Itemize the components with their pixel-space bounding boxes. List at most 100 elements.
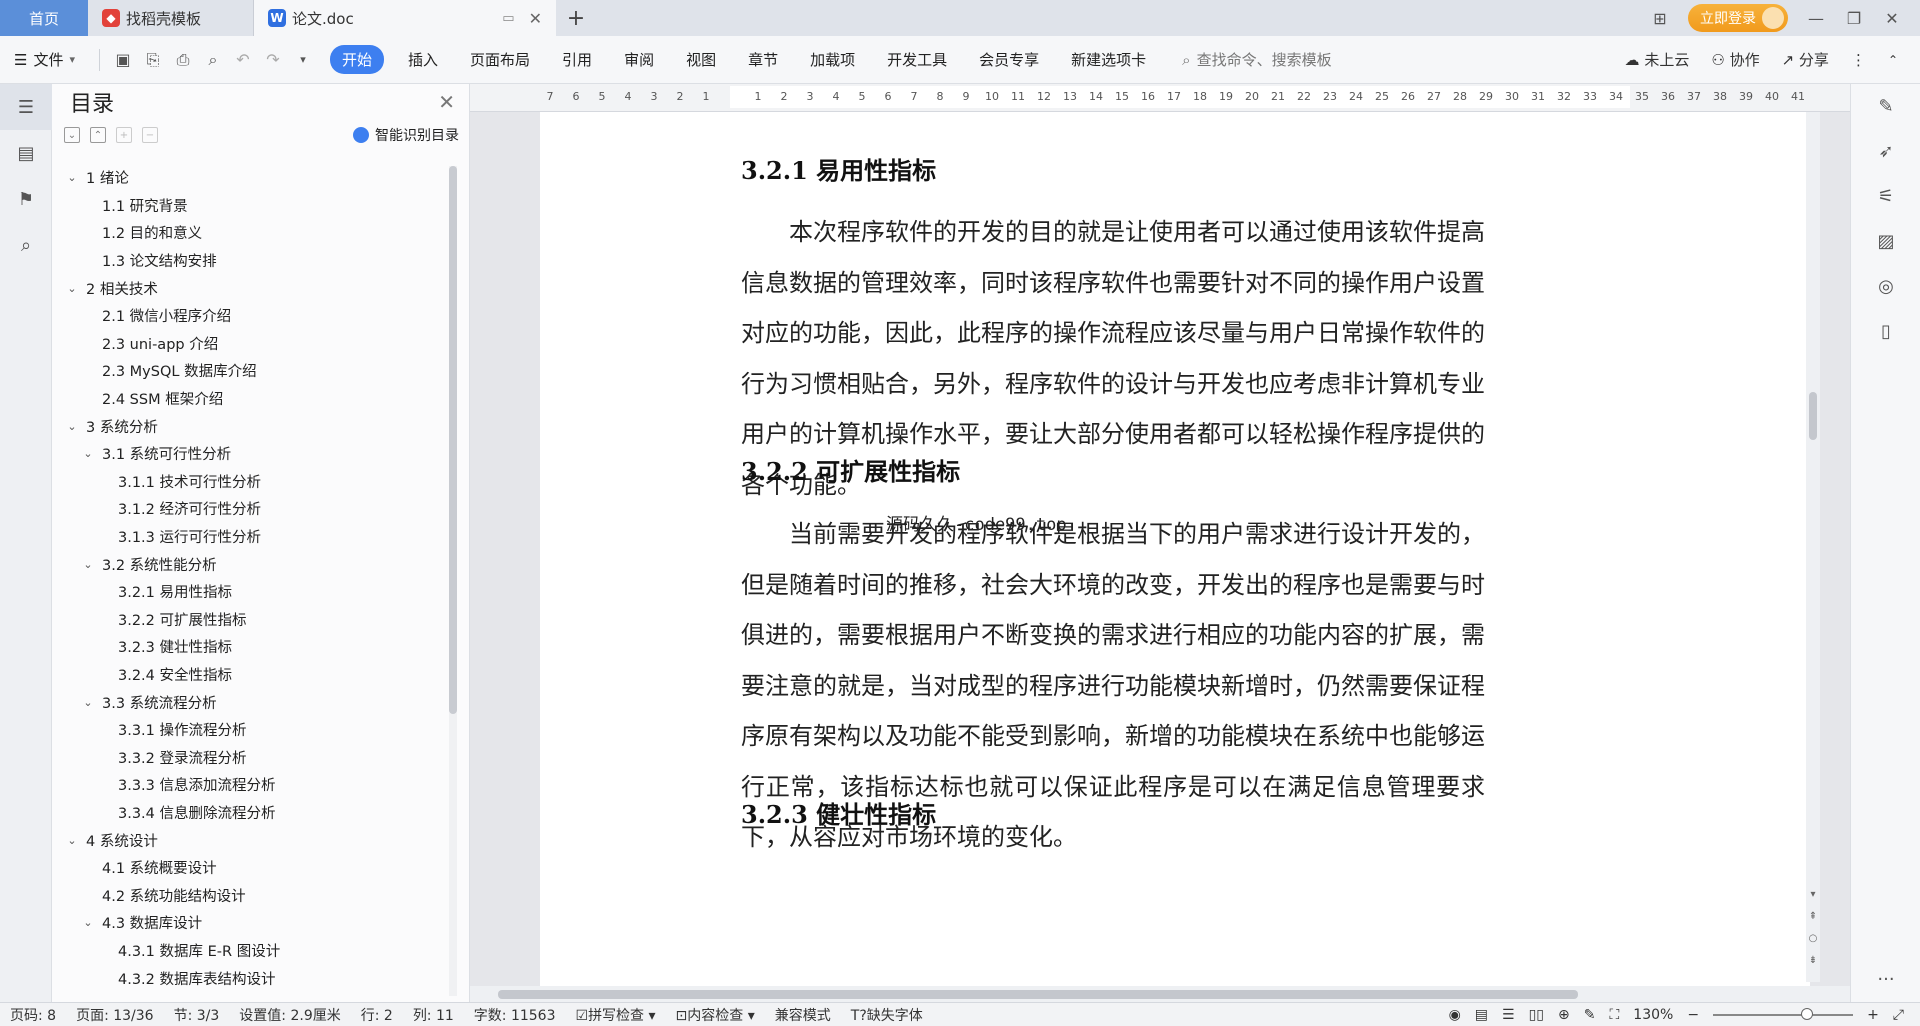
tab-home[interactable]: 首页 [0, 0, 88, 36]
zoom-in-icon[interactable]: + [1867, 1007, 1879, 1023]
menu-section[interactable]: 章节 [748, 49, 778, 70]
document-page[interactable]: 3.2.1 易用性指标 本次程序软件的开发的目的就是让使用者可以通过使用该软件提… [540, 112, 1810, 1002]
toc-item[interactable]: 1.1 研究背景 [52, 192, 448, 220]
command-search[interactable]: ⌕ 查找命令、搜索模板 [1182, 49, 1331, 70]
menu-review[interactable]: 审阅 [624, 49, 654, 70]
expand-all-icon[interactable]: ⌄ [64, 127, 80, 143]
redo-icon[interactable]: ↷ [258, 50, 288, 69]
menu-view[interactable]: 视图 [686, 49, 716, 70]
toc-item[interactable]: 3.1.1 技术可行性分析 [52, 468, 448, 496]
toc-item[interactable]: 3.1.3 运行可行性分析 [52, 523, 448, 551]
menu-page-layout[interactable]: 页面布局 [470, 49, 530, 70]
chevron-down-icon[interactable]: ⌄ [80, 558, 96, 571]
status-page[interactable]: 页面: 13/36 [76, 1005, 154, 1025]
close-icon[interactable]: ✕ [438, 90, 455, 114]
zoom-slider[interactable] [1713, 1007, 1854, 1020]
pin-tab-icon[interactable]: ▭ [502, 11, 514, 26]
status-words[interactable]: 字数: 11563 [474, 1005, 556, 1025]
menu-home[interactable]: 开始 [330, 45, 385, 74]
adjust-sliders-icon[interactable]: ⚟ [1851, 174, 1920, 219]
toc-item[interactable]: 4.1 系统概要设计 [52, 854, 448, 882]
toc-item[interactable]: ⌄ 3 系统分析 [52, 412, 448, 440]
select-pointer-icon[interactable]: ➶ [1851, 129, 1920, 174]
chevron-down-icon[interactable]: ⌄ [80, 696, 96, 709]
write-view-icon[interactable]: ✎ [1584, 1007, 1596, 1023]
remove-heading-icon[interactable]: − [142, 127, 158, 143]
share-button[interactable]: ↗ 分享 [1782, 49, 1829, 70]
content-check-button[interactable]: ⊡内容检查 ▾ [676, 1005, 755, 1025]
toc-item[interactable]: 2.4 SSM 框架介绍 [52, 385, 448, 413]
page-view-icon[interactable]: ▤ [1475, 1007, 1488, 1023]
cloud-sync-button[interactable]: ☁ 未上云 [1625, 49, 1690, 70]
quick-access-dropdown-icon[interactable]: ▾ [288, 53, 318, 66]
toc-item[interactable]: 3.2.2 可扩展性指标 [52, 606, 448, 634]
spell-check-button[interactable]: ☑拼写检查 ▾ [576, 1005, 656, 1025]
print-icon[interactable]: ⎙ [168, 50, 198, 70]
more-icon[interactable]: ⋮ [1851, 51, 1866, 69]
toc-panel-icon[interactable]: ☰ [0, 84, 52, 130]
eye-protection-icon[interactable]: ◉ [1449, 1007, 1461, 1023]
vertical-scrollbar[interactable]: ▾ ⇞ ○ ⇟ [1806, 112, 1820, 982]
toc-item[interactable]: ⌄ 3.3 系统流程分析 [52, 688, 448, 716]
tab-document[interactable]: W 论文.doc ▭ ✕ [254, 0, 556, 36]
export-pdf-icon[interactable]: ⎘ [138, 50, 168, 70]
grid-apps-icon[interactable]: ⊞ [1650, 9, 1670, 28]
toc-item[interactable]: 2.3 MySQL 数据库介绍 [52, 357, 448, 385]
bookmark-icon[interactable]: ⚑ [0, 176, 52, 222]
toc-item[interactable]: 3.2.4 安全性指标 [52, 661, 448, 689]
minimize-icon[interactable]: — [1806, 9, 1826, 28]
toc-item[interactable]: 2.1 微信小程序介绍 [52, 302, 448, 330]
reading-view-icon[interactable]: ▯▯ [1529, 1007, 1544, 1023]
toc-item[interactable]: 3.2.3 健壮性指标 [52, 633, 448, 661]
chevron-down-icon[interactable]: ⌄ [64, 834, 80, 847]
menu-member[interactable]: 会员专享 [979, 49, 1039, 70]
horizontal-scrollbar[interactable] [470, 986, 1850, 1002]
outline-view-icon[interactable]: ☰ [1502, 1007, 1515, 1023]
find-icon[interactable]: ⌕ [0, 222, 52, 268]
menu-new-tab[interactable]: 新建选项卡 [1071, 49, 1146, 70]
zoom-out-icon[interactable]: − [1687, 1007, 1699, 1023]
zoom-level[interactable]: 130% [1633, 1007, 1673, 1023]
toc-item[interactable]: 3.2.1 易用性指标 [52, 578, 448, 606]
web-view-icon[interactable]: ⊕ [1558, 1007, 1570, 1023]
toc-item[interactable]: 1.2 目的和意义 [52, 219, 448, 247]
fullscreen-icon[interactable]: ⤢ [1893, 1007, 1904, 1023]
toc-item[interactable]: 3.3.3 信息添加流程分析 [52, 771, 448, 799]
toc-item[interactable]: 3.1.2 经济可行性分析 [52, 495, 448, 523]
print-preview-icon[interactable]: ⌕ [198, 50, 228, 70]
horizontal-ruler[interactable]: 7 6 5 4 3 2 1 1 2 3 4 5 6 7 8 9 10 11 12 13 14 15 16 17 18 19 20 21… [470, 84, 1850, 112]
toc-item[interactable]: ⌄ 3.2 系统性能分析 [52, 550, 448, 578]
pen-icon[interactable]: ✎ [1851, 84, 1920, 129]
page-nav-arrows[interactable]: ▾ ⇞ ○ ⇟ [1806, 884, 1820, 972]
compass-icon[interactable]: ◎ [1851, 264, 1920, 309]
toc-item[interactable]: 3.3.1 操作流程分析 [52, 716, 448, 744]
collaborate-button[interactable]: ⚇ 协作 [1711, 49, 1759, 70]
add-heading-icon[interactable]: + [116, 127, 132, 143]
toc-item[interactable]: ⌄ 1 绪论 [52, 164, 448, 192]
vertical-scroll-thumb[interactable] [1809, 392, 1817, 440]
new-tab-button[interactable]: + [556, 0, 596, 36]
toc-scroll-thumb[interactable] [449, 166, 457, 714]
toc-scrollbar[interactable] [449, 166, 457, 996]
toc-item[interactable]: 3.3.2 登录流程分析 [52, 743, 448, 771]
navigation-folder-icon[interactable]: ▤ [0, 130, 52, 176]
tab-docer-templates[interactable]: ◆ 找稻壳模板 [88, 0, 254, 36]
menu-addins[interactable]: 加载项 [810, 49, 855, 70]
save-icon[interactable]: ▣ [108, 50, 138, 69]
close-window-icon[interactable]: ✕ [1882, 9, 1902, 28]
restore-icon[interactable]: ❐ [1844, 9, 1864, 28]
collapse-ribbon-icon[interactable]: ⌃ [1888, 53, 1898, 67]
smart-toc-button[interactable]: 智能识别目录 [353, 125, 459, 145]
menu-insert[interactable]: 插入 [408, 49, 438, 70]
login-button[interactable]: 立即登录 [1688, 4, 1788, 32]
chevron-down-icon[interactable]: ⌄ [64, 420, 80, 433]
toc-item[interactable]: 1.3 论文结构安排 [52, 247, 448, 275]
zoom-slider-knob[interactable] [1801, 1007, 1814, 1020]
missing-font-button[interactable]: T?缺失字体 [851, 1005, 923, 1025]
chevron-down-icon[interactable]: ⌄ [80, 916, 96, 929]
chevron-down-icon[interactable]: ⌄ [80, 447, 96, 460]
chevron-down-icon[interactable]: ⌄ [64, 171, 80, 184]
toc-item[interactable]: 4.2 系统功能结构设计 [52, 881, 448, 909]
toc-item[interactable]: ⌄ 2 相关技术 [52, 274, 448, 302]
close-tab-icon[interactable]: ✕ [529, 9, 542, 28]
